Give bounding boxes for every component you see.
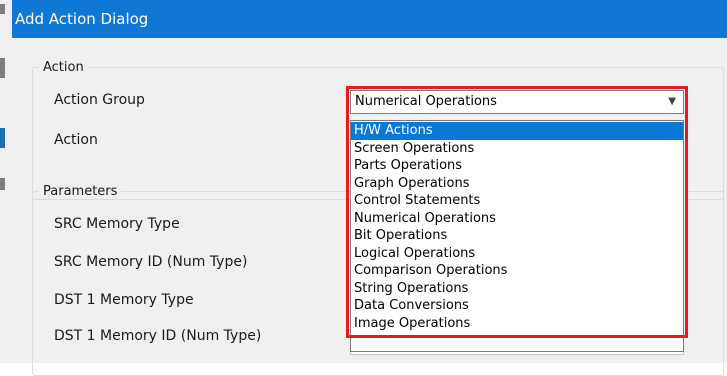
dropdown-option-image-operations[interactable]: Image Operations: [351, 315, 683, 333]
chevron-down-icon[interactable]: ▼: [668, 91, 676, 113]
dialog-content: Action Parameters Action Group Action SR…: [12, 38, 727, 376]
action-label: Action: [54, 132, 98, 148]
dropdown-option-comparison-operations[interactable]: Comparison Operations: [351, 262, 683, 280]
dialog-title[interactable]: Add Action Dialog: [12, 0, 727, 38]
action-legend: Action: [43, 60, 84, 75]
background-marker: [0, 4, 5, 14]
dropdown-option-numerical-operations[interactable]: Numerical Operations: [351, 210, 683, 228]
action-group-selected-value: Numerical Operations: [355, 94, 497, 109]
dropdown-option-screen-operations[interactable]: Screen Operations: [351, 140, 683, 158]
parameters-legend: Parameters: [43, 184, 118, 199]
param-src-memory-type-label: SRC Memory Type: [54, 216, 180, 232]
param-dst1-memory-type-label: DST 1 Memory Type: [54, 292, 194, 308]
dropdown-option-graph-operations[interactable]: Graph Operations: [351, 175, 683, 193]
param-src-memory-id-label: SRC Memory ID (Num Type): [54, 254, 248, 270]
dropdown-option-bit-operations[interactable]: Bit Operations: [351, 227, 683, 245]
background-marker: [0, 178, 5, 190]
dropdown-option-data-conversions[interactable]: Data Conversions: [351, 297, 683, 315]
dropdown-option-parts-operations[interactable]: Parts Operations: [351, 157, 683, 175]
add-action-dialog: Add Action Dialog Action Parameters Acti…: [12, 0, 727, 376]
dropdown-option-control-statements[interactable]: Control Statements: [351, 192, 683, 210]
dropdown-option-logical-operations[interactable]: Logical Operations: [351, 245, 683, 263]
action-group-dropdown-list[interactable]: H/W Actions Screen Operations Parts Oper…: [350, 120, 684, 352]
param-dst1-memory-id-label: DST 1 Memory ID (Num Type): [54, 328, 262, 344]
dropdown-option-string-operations[interactable]: String Operations: [351, 280, 683, 298]
action-group-label: Action Group: [54, 92, 145, 108]
dropdown-option-hw-actions[interactable]: H/W Actions: [351, 122, 683, 140]
background-marker: [0, 128, 5, 148]
background-marker: [0, 58, 5, 78]
action-group-combobox[interactable]: Numerical Operations ▼: [350, 90, 684, 114]
